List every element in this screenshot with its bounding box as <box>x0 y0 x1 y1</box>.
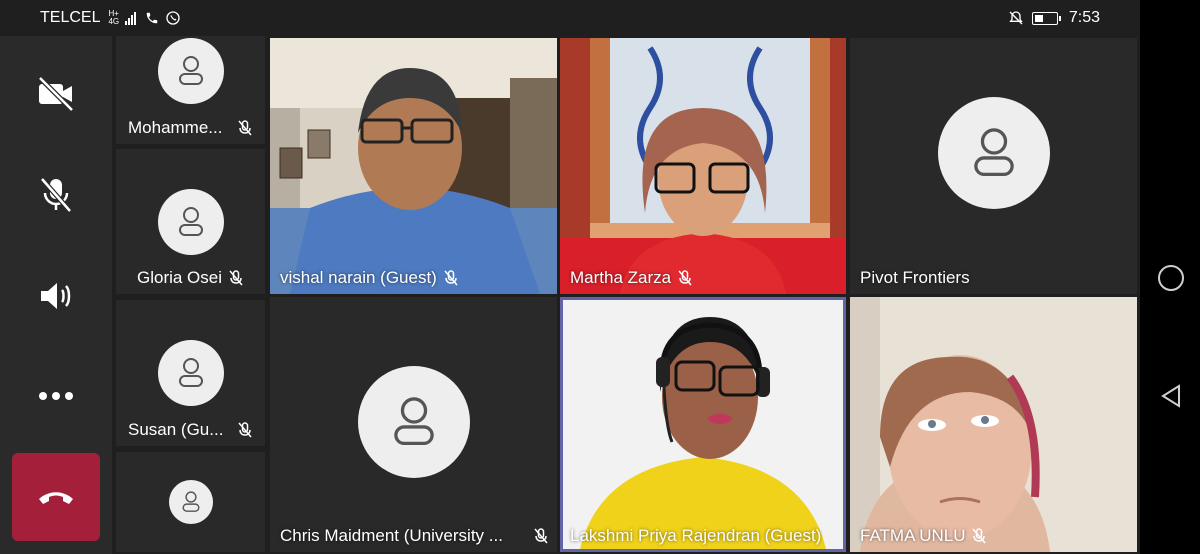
participant-tile[interactable] <box>116 452 265 552</box>
participant-video <box>563 300 843 549</box>
person-icon <box>182 491 199 512</box>
avatar <box>357 365 470 478</box>
speaker-button[interactable] <box>0 266 112 326</box>
person-icon <box>973 128 1014 177</box>
participant-name: FATMA UNLU <box>860 526 966 545</box>
participant-name: Mohamme... <box>128 118 223 137</box>
participant-video <box>560 38 846 294</box>
participant-name: Chris Maidment (University ... <box>280 526 503 545</box>
person-icon <box>178 207 203 236</box>
status-left: TELCEL H+ 4G <box>40 9 181 27</box>
video-tile[interactable]: Pivot Frontiers <box>850 38 1137 294</box>
participant-label: Pivot Frontiers <box>860 268 970 288</box>
avatar <box>157 38 224 104</box>
mute-toggle-button[interactable] <box>0 164 112 224</box>
back-icon[interactable] <box>1160 384 1182 408</box>
network-bottom: 4G <box>108 17 120 26</box>
avatar <box>937 97 1050 210</box>
whatsapp-icon <box>166 11 180 25</box>
avatar <box>168 480 213 524</box>
person-icon <box>178 358 203 387</box>
video-tile[interactable]: Martha Zarza <box>560 38 846 294</box>
status-bar: TELCEL H+ 4G 7:53 <box>0 0 1140 36</box>
participant-name: vishal narain (Guest) <box>280 268 437 287</box>
participant-label: vishal narain (Guest) <box>280 268 459 288</box>
participant-name: Martha Zarza <box>570 268 672 287</box>
battery-icon <box>1031 11 1058 25</box>
video-tile-active-speaker[interactable]: Lakshmi Priya Rajendran (Guest) <box>560 297 846 552</box>
camera-off-icon <box>38 76 74 112</box>
participant-video <box>270 38 557 294</box>
avatar <box>157 189 224 255</box>
participant-name: Susan (Gu... <box>128 420 224 439</box>
participant-tile[interactable]: Gloria Osei <box>116 149 265 294</box>
mic-off-icon <box>444 270 458 286</box>
speaker-icon <box>41 283 71 309</box>
mic-off-icon <box>678 270 692 286</box>
camera-toggle-button[interactable] <box>0 64 112 124</box>
hangup-icon <box>39 492 73 504</box>
participant-name: Lakshmi Priya Rajendran (Guest) <box>570 526 822 545</box>
phone-icon <box>146 12 158 24</box>
more-options-button[interactable] <box>0 366 112 426</box>
participant-name-row: Susan (Gu... <box>128 420 253 440</box>
participant-label: Chris Maidment (University ... <box>280 526 549 546</box>
person-icon <box>178 56 203 85</box>
mic-off-icon <box>534 528 548 544</box>
hangup-button[interactable] <box>12 453 100 541</box>
participant-name: Pivot Frontiers <box>860 268 970 287</box>
carrier-label: TELCEL <box>40 9 101 26</box>
video-tile[interactable]: vishal narain (Guest) <box>270 38 557 294</box>
participant-video <box>850 297 1137 552</box>
participant-name-row: Mohamme... <box>128 118 253 138</box>
participant-label: FATMA UNLU <box>860 526 987 546</box>
more-icon <box>39 392 73 400</box>
mic-off-icon <box>40 177 72 213</box>
network-type-icon: H+ 4G <box>108 10 119 26</box>
status-right: 7:53 <box>1008 9 1100 27</box>
mic-off-icon <box>229 270 243 286</box>
mic-off-icon <box>238 120 252 136</box>
person-icon <box>393 397 434 445</box>
home-icon[interactable] <box>1158 265 1184 291</box>
participant-tile[interactable]: Susan (Gu... <box>116 300 265 446</box>
participant-name-row: Gloria Osei <box>128 268 253 288</box>
mic-off-icon <box>972 528 987 544</box>
signal-icon <box>125 12 137 25</box>
participant-label: Martha Zarza <box>570 268 693 288</box>
video-tile[interactable]: Chris Maidment (University ... <box>270 297 557 552</box>
participant-label: Lakshmi Priya Rajendran (Guest) <box>570 526 821 546</box>
participant-tile[interactable]: Mohamme... <box>116 36 265 144</box>
avatar <box>157 340 224 406</box>
video-tile[interactable]: FATMA UNLU <box>850 297 1137 552</box>
participant-name: Gloria Osei <box>136 268 223 287</box>
notifications-muted-icon <box>1009 11 1023 25</box>
mic-off-icon <box>238 422 252 438</box>
clock: 7:53 <box>1068 9 1100 26</box>
